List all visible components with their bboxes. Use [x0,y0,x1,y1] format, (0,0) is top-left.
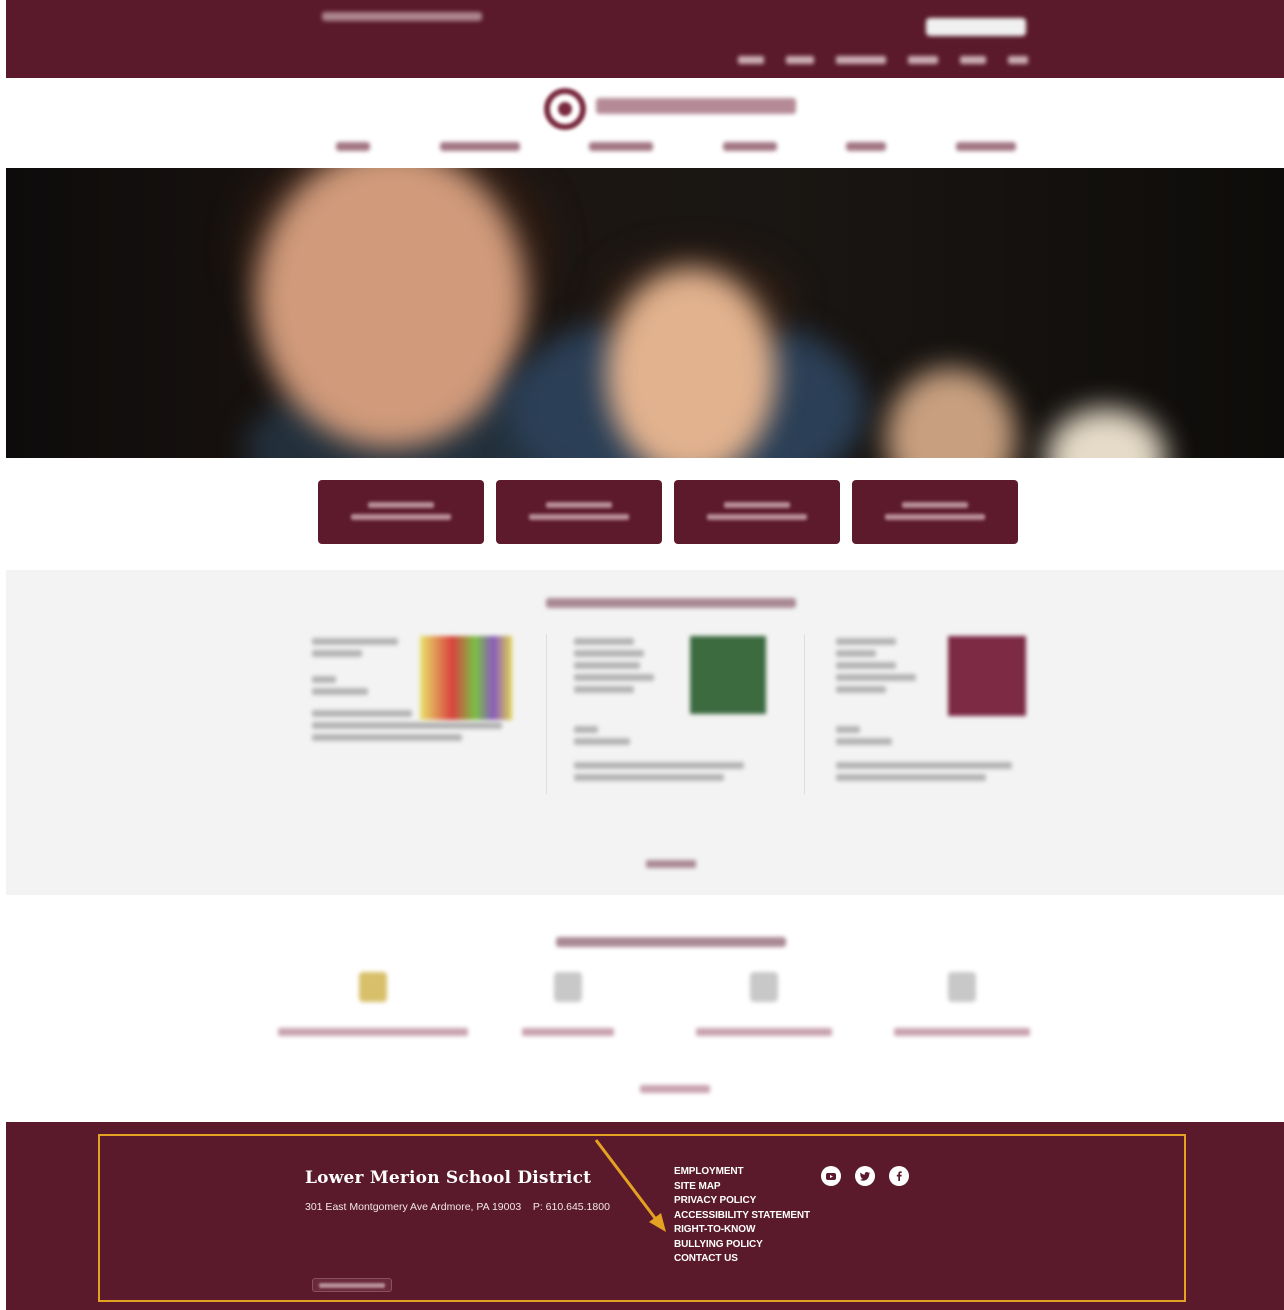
top-link[interactable] [786,56,814,64]
top-link-blurred[interactable] [322,12,482,21]
footer-address: 301 East Montgomery Ave Ardmore, PA 1900… [305,1201,522,1213]
footer-link-site-map[interactable]: SITE MAP [674,1180,810,1195]
footer-link-bullying-policy[interactable]: BULLYING POLICY [674,1238,810,1253]
news-item[interactable] [836,636,1056,806]
event-item[interactable] [278,972,468,1036]
nav-item[interactable] [722,142,777,151]
footer-phone: P: 610.645.1800 [532,1201,610,1213]
nav-item[interactable] [955,142,1016,151]
news-item[interactable] [574,636,794,806]
top-link[interactable] [908,56,938,64]
footer-address-line: 301 East Montgomery Ave Ardmore, PA 1900… [305,1201,610,1213]
nav-item[interactable] [439,142,520,151]
nav-item[interactable] [589,142,654,151]
view-all-news-link[interactable] [646,860,696,868]
news-section-title [546,598,796,608]
twitter-icon[interactable] [855,1166,875,1186]
site-footer: Lower Merion School District 301 East Mo… [6,1122,1284,1310]
event-item[interactable] [696,972,832,1036]
facebook-icon[interactable] [889,1166,909,1186]
top-link[interactable] [960,56,986,64]
powered-by-badge[interactable] [312,1278,392,1292]
quick-links [318,480,1018,544]
footer-link-privacy-policy[interactable]: PRIVACY POLICY [674,1194,810,1209]
footer-link-accessibility-statement[interactable]: ACCESSIBILITY STATEMENT [674,1209,810,1224]
event-item[interactable] [894,972,1030,1036]
news-item[interactable] [312,636,532,806]
footer-link-employment[interactable]: EMPLOYMENT [674,1165,810,1180]
logo-wordmark-blurred[interactable] [596,98,796,114]
footer-district-name: Lower Merion School District [305,1168,592,1188]
news-thumbnail[interactable] [690,636,766,714]
news-section [6,570,1284,895]
site-header [6,78,1284,168]
search-input[interactable] [926,18,1026,36]
youtube-icon[interactable] [821,1166,841,1186]
page: Lower Merion School District 301 East Mo… [6,0,1284,1310]
nav-item[interactable] [336,142,370,151]
news-thumbnail[interactable] [948,636,1026,716]
quick-link-button[interactable] [318,480,484,544]
all-events-link[interactable] [640,1085,710,1093]
top-link[interactable] [836,56,886,64]
top-link[interactable] [1008,56,1028,64]
event-item[interactable] [522,972,614,1036]
footer-link-right-to-know[interactable]: RIGHT-TO-KNOW [674,1223,810,1238]
footer-links: EMPLOYMENT SITE MAP PRIVACY POLICY ACCES… [674,1165,810,1267]
top-links-blurred [738,56,1028,64]
district-seal-icon[interactable] [544,88,586,130]
utility-bar [6,0,1284,78]
main-nav [336,142,1016,151]
quick-link-button[interactable] [852,480,1018,544]
events-section-title [556,937,786,947]
footer-link-contact-us[interactable]: CONTACT US [674,1252,810,1267]
nav-item[interactable] [846,142,887,151]
social-links [821,1166,909,1186]
quick-link-button[interactable] [674,480,840,544]
news-thumbnail[interactable] [420,636,512,720]
hero-image [6,168,1284,458]
highlight-box [98,1134,1186,1302]
top-link[interactable] [738,56,764,64]
quick-link-button[interactable] [496,480,662,544]
